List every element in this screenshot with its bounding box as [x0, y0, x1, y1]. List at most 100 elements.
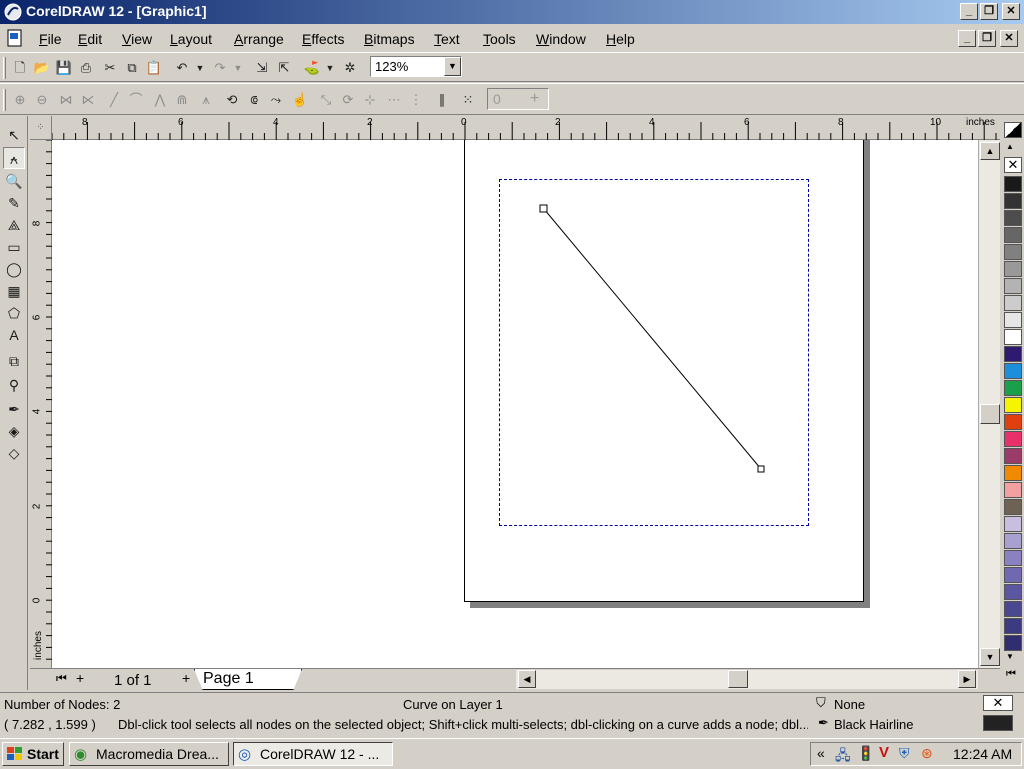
- scroll-right-button[interactable]: ▶: [958, 670, 976, 688]
- outline-tool-icon[interactable]: ✒: [3, 398, 25, 420]
- color-swatch[interactable]: [1004, 567, 1022, 583]
- palette-expand-icon[interactable]: ⏮: [1006, 668, 1016, 681]
- print-icon[interactable]: ⎙: [76, 58, 96, 78]
- start-node[interactable]: [539, 204, 548, 213]
- color-swatch[interactable]: [1004, 635, 1022, 651]
- add-page-after-icon[interactable]: +: [182, 670, 190, 686]
- property-bar-grip[interactable]: [3, 89, 6, 111]
- scroll-left-button[interactable]: ◀: [518, 670, 536, 688]
- vertical-scrollbar[interactable]: ▲ ▼: [978, 140, 1000, 668]
- color-swatch[interactable]: [1004, 533, 1022, 549]
- color-swatch[interactable]: [1004, 431, 1022, 447]
- menu-window[interactable]: Window: [536, 31, 586, 47]
- doc-close-button[interactable]: ✕: [1000, 30, 1018, 47]
- corel-online-icon[interactable]: ✲: [340, 58, 360, 78]
- curve-smoothness-field[interactable]: 0 +: [487, 88, 549, 110]
- smooth-node-icon[interactable]: ⋒: [172, 90, 192, 110]
- document-icon[interactable]: [6, 29, 24, 47]
- application-launcher-icon[interactable]: ⛳: [302, 58, 322, 78]
- undo-dropdown-icon[interactable]: ▼: [190, 58, 210, 78]
- menu-view[interactable]: View: [122, 31, 152, 47]
- rectangle-tool-icon[interactable]: ▭: [3, 236, 25, 258]
- menu-edit[interactable]: Edit: [78, 31, 102, 47]
- vertical-align-icon[interactable]: ⋮: [406, 90, 426, 110]
- no-color-swatch[interactable]: ✕: [1004, 157, 1022, 173]
- restore-button[interactable]: ❐: [980, 3, 998, 20]
- task-coreldraw[interactable]: ◎ CorelDRAW 12 - ...: [233, 742, 393, 766]
- start-button[interactable]: Start: [2, 742, 64, 766]
- slider-icon[interactable]: +: [530, 90, 539, 108]
- horizontal-ruler[interactable]: inches 8 6 4 2 0 2 4 6 8 10: [52, 116, 1000, 140]
- new-icon[interactable]: 🗋: [10, 58, 30, 78]
- to-curve-icon[interactable]: ⌒: [126, 90, 146, 110]
- fill-swatch-none[interactable]: ✕: [983, 695, 1013, 711]
- pick-tool-icon[interactable]: ↖: [3, 124, 25, 146]
- import-icon[interactable]: ⇲: [252, 58, 272, 78]
- color-swatch[interactable]: [1004, 414, 1022, 430]
- undo-icon[interactable]: ↶: [172, 58, 192, 78]
- extend-curve-icon[interactable]: ⟃: [244, 90, 264, 110]
- palette-flyout-icon[interactable]: [1004, 122, 1022, 138]
- symmetrical-node-icon[interactable]: ⩚: [196, 90, 216, 110]
- freehand-tool-icon[interactable]: ✎: [3, 192, 25, 214]
- color-swatch[interactable]: [1004, 584, 1022, 600]
- network-icon[interactable]: 🖧: [835, 745, 851, 769]
- add-node-icon[interactable]: ⊕: [10, 90, 30, 110]
- close-button[interactable]: ✕: [1002, 3, 1020, 20]
- align-nodes-icon[interactable]: ⊹: [360, 90, 380, 110]
- globe-icon[interactable]: ⊛: [921, 745, 933, 762]
- color-swatch[interactable]: [1004, 482, 1022, 498]
- menu-layout[interactable]: Layout: [170, 31, 212, 47]
- reverse-direction-icon[interactable]: ⟲: [222, 90, 242, 110]
- zoom-levels-combo[interactable]: 123% ▼: [370, 56, 462, 77]
- color-swatch[interactable]: [1004, 346, 1022, 362]
- menu-arrange[interactable]: Arrange: [234, 31, 284, 47]
- end-node[interactable]: [757, 465, 765, 473]
- cut-icon[interactable]: ✂: [100, 58, 120, 78]
- color-swatch[interactable]: [1004, 227, 1022, 243]
- shape-tool-icon[interactable]: ⍲: [3, 147, 25, 169]
- interactive-blend-tool-icon[interactable]: ⧉: [3, 350, 25, 372]
- fill-tool-icon[interactable]: ◈: [3, 420, 25, 442]
- copy-icon[interactable]: ⧉: [122, 58, 142, 78]
- zoom-dropdown-icon[interactable]: ▼: [444, 57, 461, 76]
- minimize-button[interactable]: _: [960, 3, 978, 20]
- doc-restore-button[interactable]: ❐: [978, 30, 996, 47]
- tray-expand-icon[interactable]: «: [817, 745, 825, 761]
- menu-help[interactable]: Help: [606, 31, 635, 47]
- menu-text[interactable]: Text: [434, 31, 460, 47]
- shield-icon[interactable]: ⛨: [899, 745, 910, 762]
- first-page-icon[interactable]: ⏮: [56, 671, 67, 686]
- color-swatch[interactable]: [1004, 261, 1022, 277]
- curve-object[interactable]: [52, 140, 978, 668]
- launcher-dropdown-icon[interactable]: ▼: [320, 58, 340, 78]
- color-swatch[interactable]: [1004, 210, 1022, 226]
- menu-effects[interactable]: Effects: [302, 31, 345, 47]
- cusp-node-icon[interactable]: ⋀: [150, 90, 170, 110]
- auto-close-icon[interactable]: ☝: [290, 90, 310, 110]
- color-swatch[interactable]: [1004, 244, 1022, 260]
- color-swatch[interactable]: [1004, 465, 1022, 481]
- basic-shapes-tool-icon[interactable]: ⬠: [3, 302, 25, 324]
- color-swatch[interactable]: [1004, 312, 1022, 328]
- select-all-nodes-icon[interactable]: ⁙: [458, 90, 478, 110]
- delete-node-icon[interactable]: ⊖: [32, 90, 52, 110]
- palette-scroll-down-icon[interactable]: ▼: [1006, 652, 1014, 661]
- paste-icon[interactable]: 📋: [144, 58, 164, 78]
- vertical-ruler[interactable]: 8 6 4 2 0 inches: [30, 140, 52, 668]
- text-tool-icon[interactable]: A: [3, 324, 25, 346]
- vertical-scroll-thumb[interactable]: [980, 404, 1000, 424]
- color-swatch[interactable]: [1004, 601, 1022, 617]
- scroll-down-button[interactable]: ▼: [980, 648, 1000, 666]
- task-dreamweaver[interactable]: ◉ Macromedia Drea...: [69, 742, 229, 766]
- outline-swatch-black[interactable]: [983, 715, 1013, 731]
- color-swatch[interactable]: [1004, 193, 1022, 209]
- redo-icon[interactable]: ↷: [210, 58, 230, 78]
- ruler-origin-corner[interactable]: ⁘: [30, 116, 52, 140]
- scroll-up-button[interactable]: ▲: [980, 142, 1000, 160]
- add-page-before-icon[interactable]: +: [76, 670, 84, 686]
- interactive-fill-tool-icon[interactable]: ◇: [3, 442, 25, 464]
- export-icon[interactable]: ⇱: [274, 58, 294, 78]
- palette-scroll-up-icon[interactable]: ▲: [1006, 142, 1014, 151]
- color-swatch[interactable]: [1004, 516, 1022, 532]
